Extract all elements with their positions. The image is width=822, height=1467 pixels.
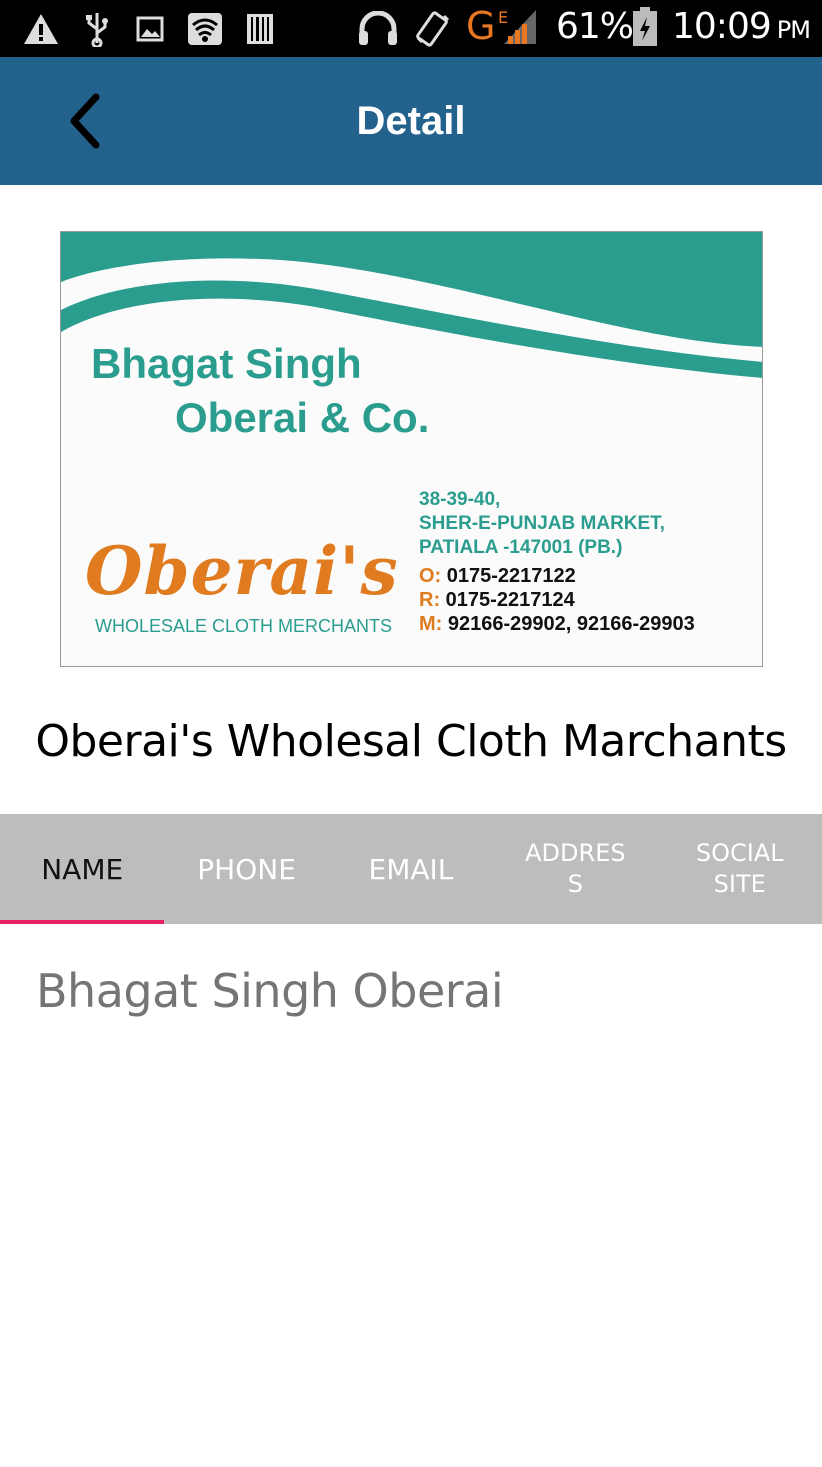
active-tab-indicator bbox=[0, 920, 165, 924]
tab-label: EMAIL bbox=[368, 852, 454, 886]
detail-tabs: NAME PHONE EMAIL ADDRES S SOCIAL SITE bbox=[0, 814, 822, 924]
barcode-icon bbox=[246, 10, 274, 48]
card-tagline: WHOLESALE CLOTH MERCHANTS bbox=[95, 616, 393, 636]
tab-label: NAME bbox=[41, 852, 124, 886]
card-address-line: 38-39-40, bbox=[419, 489, 501, 510]
card-company-name: Oberai & Co. bbox=[175, 394, 430, 441]
card-address: 38-39-40, SHER-E-PUNJAB MARKET, PATIALA … bbox=[419, 488, 665, 560]
card-contact-mobile: M: 92166-29902, 92166-29903 bbox=[419, 613, 695, 635]
tab-label: SOCIAL SITE bbox=[695, 839, 784, 898]
network-type: GE bbox=[466, 4, 509, 48]
usb-icon bbox=[84, 10, 110, 48]
business-card-image: Bhagat Singh Oberai & Co. 38-39-40, SHER… bbox=[60, 231, 763, 667]
headset-icon bbox=[356, 10, 400, 48]
card-address-line: SHER-E-PUNJAB MARKET, bbox=[419, 513, 665, 534]
warning-icon bbox=[22, 10, 60, 48]
card-brand-logo: Oberai's bbox=[85, 532, 399, 610]
chevron-left-icon bbox=[70, 93, 100, 149]
tab-label: ADDRES S bbox=[525, 839, 626, 898]
battery-icon bbox=[632, 7, 658, 46]
image-icon bbox=[136, 10, 164, 48]
tab-name[interactable]: NAME bbox=[0, 814, 165, 924]
business-title: Oberai's Wholesal Cloth Marchants bbox=[35, 716, 787, 767]
app-bar: Detail bbox=[0, 57, 822, 185]
clock: 10:09 PM bbox=[672, 6, 811, 47]
tab-email[interactable]: EMAIL bbox=[329, 814, 493, 924]
tab-social-site[interactable]: SOCIAL SITE bbox=[658, 814, 822, 924]
page-title: Detail bbox=[356, 98, 466, 143]
wifi-icon bbox=[187, 10, 223, 48]
status-bar: GE 61% 10:09 PM bbox=[0, 0, 822, 57]
card-contact-residence: R: 0175-2217124 bbox=[419, 589, 575, 611]
tab-label: PHONE bbox=[197, 852, 296, 886]
owner-name-value: Bhagat Singh Oberai bbox=[36, 964, 504, 1018]
card-contact-office: O: 0175-2217122 bbox=[419, 565, 576, 587]
card-address-line: PATIALA -147001 (PB.) bbox=[419, 537, 623, 558]
signal-icon bbox=[500, 8, 540, 46]
tab-phone[interactable]: PHONE bbox=[164, 814, 328, 924]
tab-address[interactable]: ADDRES S bbox=[493, 814, 657, 924]
back-button[interactable] bbox=[56, 87, 116, 155]
card-contacts: O: 0175-2217122 R: 0175-2217124 M: 92166… bbox=[419, 564, 695, 636]
battery-percent: 61% bbox=[556, 6, 634, 47]
vibrate-icon bbox=[414, 10, 450, 48]
card-owner-name: Bhagat Singh bbox=[91, 340, 362, 387]
